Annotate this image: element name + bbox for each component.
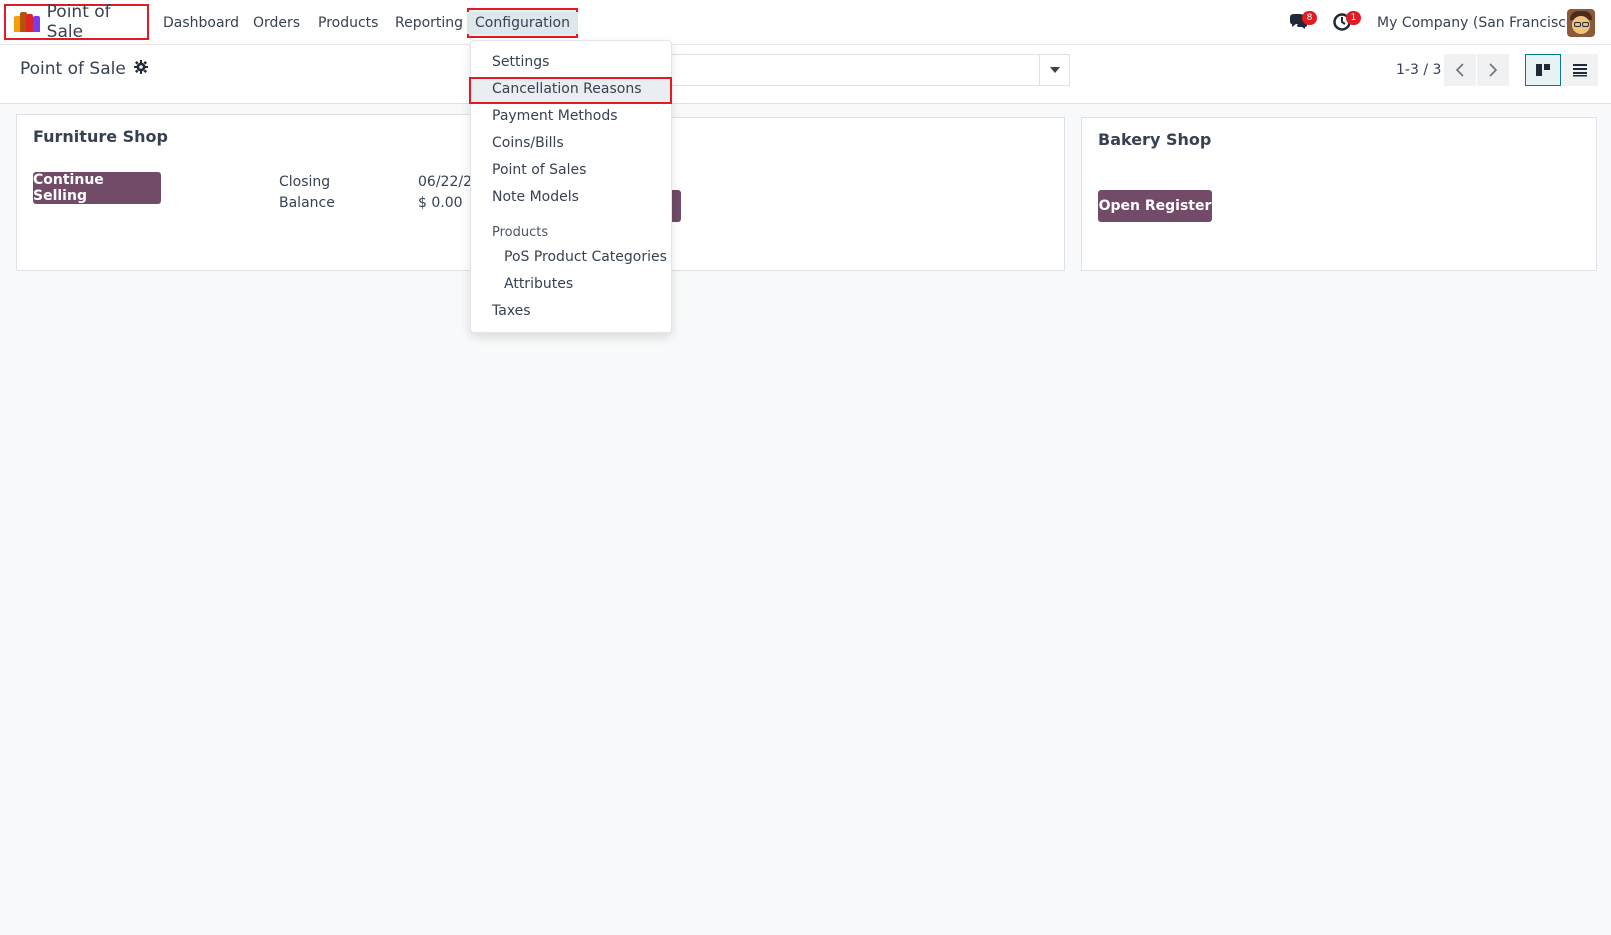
caret-down-icon[interactable] — [1039, 55, 1069, 85]
nav-orders[interactable]: Orders — [253, 0, 300, 45]
menu-item-taxes[interactable]: Taxes — [492, 303, 531, 319]
pos-logo-icon — [14, 12, 40, 32]
chevron-right-icon[interactable] — [1477, 54, 1509, 86]
card-title: Bakery Shop — [1098, 130, 1212, 149]
menu-item-note-models[interactable]: Note Models — [492, 189, 579, 205]
menu-item-settings[interactable]: Settings — [492, 54, 549, 70]
nav-configuration[interactable]: Configuration — [467, 8, 578, 38]
app-title: Point of Sale — [46, 2, 111, 42]
company-switcher[interactable]: My Company (San Francisco) — [1377, 0, 1580, 45]
nav-products[interactable]: Products — [318, 0, 378, 45]
nav-dashboard[interactable]: Dashboard — [163, 0, 239, 45]
messages-badge: 8 — [1302, 11, 1317, 25]
user-avatar-icon[interactable] — [1567, 9, 1595, 37]
page-title: Point of Sale — [20, 59, 126, 79]
closing-label: Closing — [279, 174, 331, 190]
nav-configuration-label: Configuration — [467, 12, 578, 34]
menu-item-attributes[interactable]: Attributes — [504, 276, 573, 292]
continue-selling-button[interactable]: Continue Selling — [33, 172, 161, 204]
pos-card-bakery: Bakery Shop Open Register — [1081, 117, 1597, 271]
breadcrumb: Point of Sale — [20, 59, 148, 79]
menu-item-payment-methods[interactable]: Payment Methods — [492, 108, 618, 124]
balance-label: Balance — [279, 195, 335, 211]
balance-value: $ 0.00 — [418, 195, 463, 211]
top-navbar: Point of Sale Dashboard Orders Products … — [0, 0, 1611, 45]
app-brand[interactable]: Point of Sale — [4, 2, 149, 42]
menu-item-coins-bills[interactable]: Coins/Bills — [492, 135, 564, 151]
list-icon[interactable] — [1562, 54, 1598, 86]
pos-card-furniture: Furniture Shop Continue Selling Closing … — [16, 114, 530, 271]
gear-icon[interactable] — [133, 60, 148, 78]
open-register-button[interactable]: Open Register — [1098, 190, 1212, 222]
card-title: Furniture Shop — [33, 127, 168, 146]
menu-section-products: Products — [492, 225, 549, 240]
menu-item-point-of-sales[interactable]: Point of Sales — [492, 162, 586, 178]
configuration-menu: Settings Cancellation Reasons Payment Me… — [469, 40, 672, 333]
menu-item-pos-product-categories[interactable]: PoS Product Categories — [504, 249, 667, 265]
nav-reporting[interactable]: Reporting — [395, 0, 463, 45]
chevron-left-icon[interactable] — [1444, 54, 1476, 86]
control-panel: Point of Sale 1-3 / 3 — [0, 45, 1611, 104]
kanban-icon[interactable] — [1525, 54, 1561, 86]
pager-value[interactable]: 1-3 / 3 — [1396, 45, 1441, 94]
menu-item-cancellation-reasons-label[interactable]: Cancellation Reasons — [492, 81, 641, 97]
activity-badge: 1 — [1346, 11, 1361, 25]
